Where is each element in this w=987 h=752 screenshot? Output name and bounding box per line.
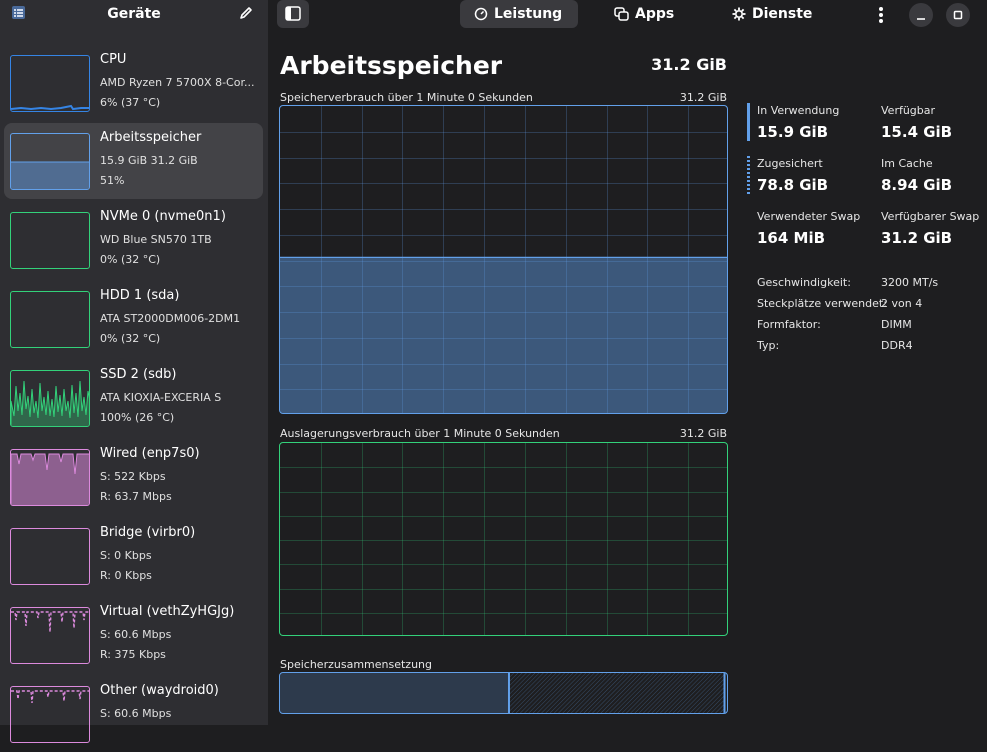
in-use-label: In Verwendung bbox=[757, 104, 840, 117]
device-name: Bridge (virbr0) bbox=[100, 525, 196, 540]
device-name: Other (waydroid0) bbox=[100, 683, 219, 698]
device-send-rate: S: 60.6 Mbps bbox=[100, 628, 172, 641]
tab-label: Dienste bbox=[752, 6, 813, 22]
committed-label: Zugesichert bbox=[757, 157, 823, 170]
tab-services[interactable]: Dienste bbox=[718, 0, 822, 28]
device-name: CPU bbox=[100, 52, 127, 67]
swap-available-value: 31.2 GiB bbox=[881, 229, 953, 247]
nvme-thumbnail-graph bbox=[10, 212, 90, 269]
ssd-thumbnail-graph bbox=[10, 370, 90, 427]
tab-label: Apps bbox=[635, 6, 675, 22]
virtual-thumbnail-graph bbox=[10, 607, 90, 664]
page-title: Arbeitsspeicher bbox=[280, 51, 503, 80]
device-receive-rate: R: 375 Kbps bbox=[100, 648, 166, 661]
swap-graph-max: 31.2 GiB bbox=[679, 427, 727, 440]
device-item-hdd[interactable]: HDD 1 (sda) ATA ST2000DM006-2DM1 0% (32 … bbox=[4, 281, 263, 357]
available-value: 15.4 GiB bbox=[881, 123, 953, 141]
speed-value: 3200 MT/s bbox=[881, 276, 939, 289]
composition-used-segment bbox=[280, 673, 509, 713]
tab-apps[interactable]: Apps bbox=[600, 0, 686, 28]
device-name: Virtual (vethZyHGJg) bbox=[100, 604, 235, 619]
edit-icon[interactable] bbox=[238, 5, 254, 21]
committed-value: 78.8 GiB bbox=[757, 176, 829, 194]
cpu-thumbnail-graph bbox=[10, 55, 90, 112]
committed-indicator bbox=[747, 156, 750, 194]
maximize-icon bbox=[953, 10, 963, 20]
device-send-rate: S: 0 Kbps bbox=[100, 549, 152, 562]
form-factor-label: Formfaktor: bbox=[757, 318, 821, 331]
device-item-other[interactable]: Other (waydroid0) S: 60.6 Mbps bbox=[4, 676, 263, 752]
device-usage: 0% (32 °C) bbox=[100, 253, 161, 266]
gear-icon bbox=[732, 7, 746, 21]
device-usage: 51% bbox=[100, 174, 125, 187]
hdd-thumbnail-graph bbox=[10, 291, 90, 348]
device-send-rate: S: 522 Kbps bbox=[100, 470, 166, 483]
device-item-nvme[interactable]: NVMe 0 (nvme0n1) WD Blue SN570 1TB 0% (3… bbox=[4, 202, 263, 278]
device-item-memory[interactable]: Arbeitsspeicher 15.9 GiB 31.2 GiB 51% bbox=[4, 123, 263, 199]
available-label: Verfügbar bbox=[881, 104, 936, 117]
composition-label: Speicherzusammensetzung bbox=[280, 658, 432, 671]
device-receive-rate: R: 63.7 Mbps bbox=[100, 490, 172, 503]
swap-used-value: 164 MiB bbox=[757, 229, 826, 247]
device-usage: 0% (32 °C) bbox=[100, 332, 161, 345]
swap-usage-graph bbox=[279, 442, 728, 636]
device-usage: 100% (26 °C) bbox=[100, 411, 175, 424]
other-thumbnail-graph bbox=[10, 686, 90, 743]
device-item-ssd[interactable]: SSD 2 (sdb) ATA KIOXIA-EXCERIA S 100% (2… bbox=[4, 360, 263, 436]
slots-label: Steckplätze verwendet: bbox=[757, 297, 887, 310]
device-send-rate: S: 60.6 Mbps bbox=[100, 707, 172, 720]
total-memory: 31.2 GiB bbox=[651, 55, 727, 74]
maximize-button[interactable] bbox=[946, 3, 970, 27]
composition-cached-segment bbox=[509, 673, 725, 713]
device-detail: ATA ST2000DM006-2DM1 bbox=[100, 312, 241, 325]
minimize-icon bbox=[917, 18, 925, 20]
memory-composition-bar bbox=[279, 672, 728, 714]
sidebar-title: Geräte bbox=[107, 6, 161, 22]
type-label: Typ: bbox=[757, 339, 780, 352]
cache-label: Im Cache bbox=[881, 157, 933, 170]
memory-thumbnail-graph bbox=[10, 133, 90, 190]
minimize-button[interactable] bbox=[909, 3, 933, 27]
swap-available-label: Verfügbarer Swap bbox=[881, 210, 980, 223]
device-item-wired[interactable]: Wired (enp7s0) S: 522 Kbps R: 63.7 Mbps bbox=[4, 439, 263, 515]
memory-graph-label: Speicherverbrauch über 1 Minute 0 Sekund… bbox=[280, 91, 533, 104]
in-use-indicator bbox=[747, 103, 750, 141]
sidebar-header: Geräte bbox=[0, 0, 268, 28]
menu-icon[interactable] bbox=[872, 4, 890, 26]
device-detail: ATA KIOXIA-EXCERIA S bbox=[100, 391, 222, 404]
device-detail: AMD Ryzen 7 5700X 8-Cor... bbox=[100, 76, 255, 89]
memory-usage-graph bbox=[279, 105, 728, 414]
tab-label: Leistung bbox=[494, 6, 563, 22]
device-name: NVMe 0 (nvme0n1) bbox=[100, 209, 226, 224]
device-usage: 6% (37 °C) bbox=[100, 96, 161, 109]
wired-thumbnail-graph bbox=[10, 449, 90, 506]
swap-used-label: Verwendeter Swap bbox=[757, 210, 861, 223]
device-name: Wired (enp7s0) bbox=[100, 446, 200, 461]
cache-value: 8.94 GiB bbox=[881, 176, 953, 194]
sidebar-toggle-button[interactable] bbox=[277, 0, 309, 28]
tab-performance[interactable]: Leistung bbox=[460, 0, 578, 28]
device-detail: 15.9 GiB 31.2 GiB bbox=[100, 154, 198, 167]
form-factor-value: DIMM bbox=[881, 318, 912, 331]
apps-icon bbox=[614, 7, 629, 21]
speed-label: Geschwindigkeit: bbox=[757, 276, 851, 289]
sidebar-icon bbox=[285, 6, 301, 21]
device-name: SSD 2 (sdb) bbox=[100, 367, 177, 382]
device-name: HDD 1 (sda) bbox=[100, 288, 180, 303]
in-use-value: 15.9 GiB bbox=[757, 123, 829, 141]
device-item-bridge[interactable]: Bridge (virbr0) S: 0 Kbps R: 0 Kbps bbox=[4, 518, 263, 594]
device-receive-rate: R: 0 Kbps bbox=[100, 569, 152, 582]
swap-graph-label: Auslagerungsverbrauch über 1 Minute 0 Se… bbox=[280, 427, 560, 440]
device-item-cpu[interactable]: CPU AMD Ryzen 7 5700X 8-Cor... 6% (37 °C… bbox=[4, 45, 263, 121]
device-name: Arbeitsspeicher bbox=[100, 130, 202, 145]
type-value: DDR4 bbox=[881, 339, 913, 352]
device-item-virtual[interactable]: Virtual (vethZyHGJg) S: 60.6 Mbps R: 375… bbox=[4, 597, 263, 673]
memory-graph-max: 31.2 GiB bbox=[679, 91, 727, 104]
bridge-thumbnail-graph bbox=[10, 528, 90, 585]
memory-usage-area bbox=[280, 257, 727, 413]
slots-value: 2 von 4 bbox=[881, 297, 923, 310]
speedometer-icon bbox=[474, 7, 488, 21]
device-detail: WD Blue SN570 1TB bbox=[100, 233, 212, 246]
device-sidebar: Geräte CPU AMD Ryzen 7 5700X 8-Cor... 6%… bbox=[0, 0, 268, 743]
